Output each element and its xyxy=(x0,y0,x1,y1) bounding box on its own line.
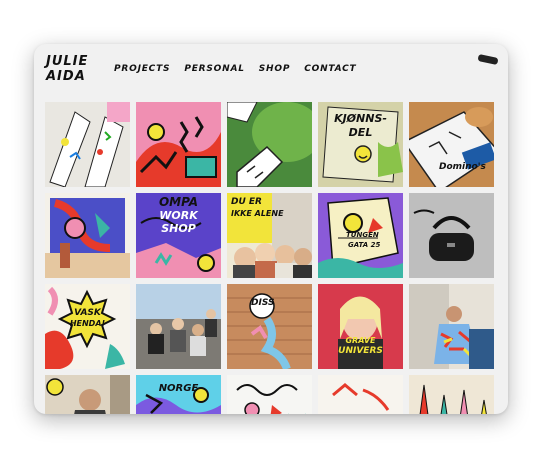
gallery-tile[interactable]: DISS xyxy=(227,284,312,369)
project-gallery: KJØNNS- DEL Domino's OMPA WORK SHOP DU E… xyxy=(45,102,494,414)
gallery-tile[interactable]: Domino's xyxy=(409,102,494,187)
gallery-tile[interactable]: OMPA WORK SHOP xyxy=(136,193,221,278)
main-nav: PROJECTS PERSONAL SHOP CONTACT xyxy=(114,64,357,74)
gallery-tile[interactable] xyxy=(45,102,130,187)
gallery-tile[interactable]: TUNGEN GATA 25 xyxy=(318,193,403,278)
gallery-tile[interactable]: KJØNNS- DEL xyxy=(318,102,403,187)
gallery-tile[interactable] xyxy=(409,375,494,414)
nav-shop[interactable]: SHOP xyxy=(259,64,290,74)
gallery-tile[interactable] xyxy=(227,375,312,414)
nav-projects[interactable]: PROJECTS xyxy=(114,64,170,74)
logo-line2: AIDA xyxy=(46,69,86,84)
gallery-tile[interactable]: DU ER IKKE ALENE xyxy=(227,193,312,278)
gallery-tile[interactable] xyxy=(318,375,403,414)
gallery-tile[interactable] xyxy=(45,375,130,414)
nav-personal[interactable]: PERSONAL xyxy=(184,64,244,74)
browser-page-card: JULIE AIDA PROJECTS PERSONAL SHOP CONTAC… xyxy=(34,44,508,414)
logo-line1: JULIE xyxy=(46,54,89,69)
sticker-icon[interactable] xyxy=(477,53,499,66)
gallery-tile[interactable] xyxy=(227,102,312,187)
gallery-tile[interactable]: NORGE xyxy=(136,375,221,414)
gallery-tile[interactable]: GRAVE UNIVERS xyxy=(318,284,403,369)
gallery-tile[interactable] xyxy=(136,284,221,369)
gallery-tile[interactable] xyxy=(409,284,494,369)
nav-contact[interactable]: CONTACT xyxy=(304,64,356,74)
gallery-tile[interactable] xyxy=(409,193,494,278)
gallery-tile[interactable] xyxy=(136,102,221,187)
gallery-tile[interactable]: VASK HENDA! xyxy=(45,284,130,369)
site-logo[interactable]: JULIE AIDA xyxy=(46,54,94,92)
gallery-tile[interactable] xyxy=(45,193,130,278)
